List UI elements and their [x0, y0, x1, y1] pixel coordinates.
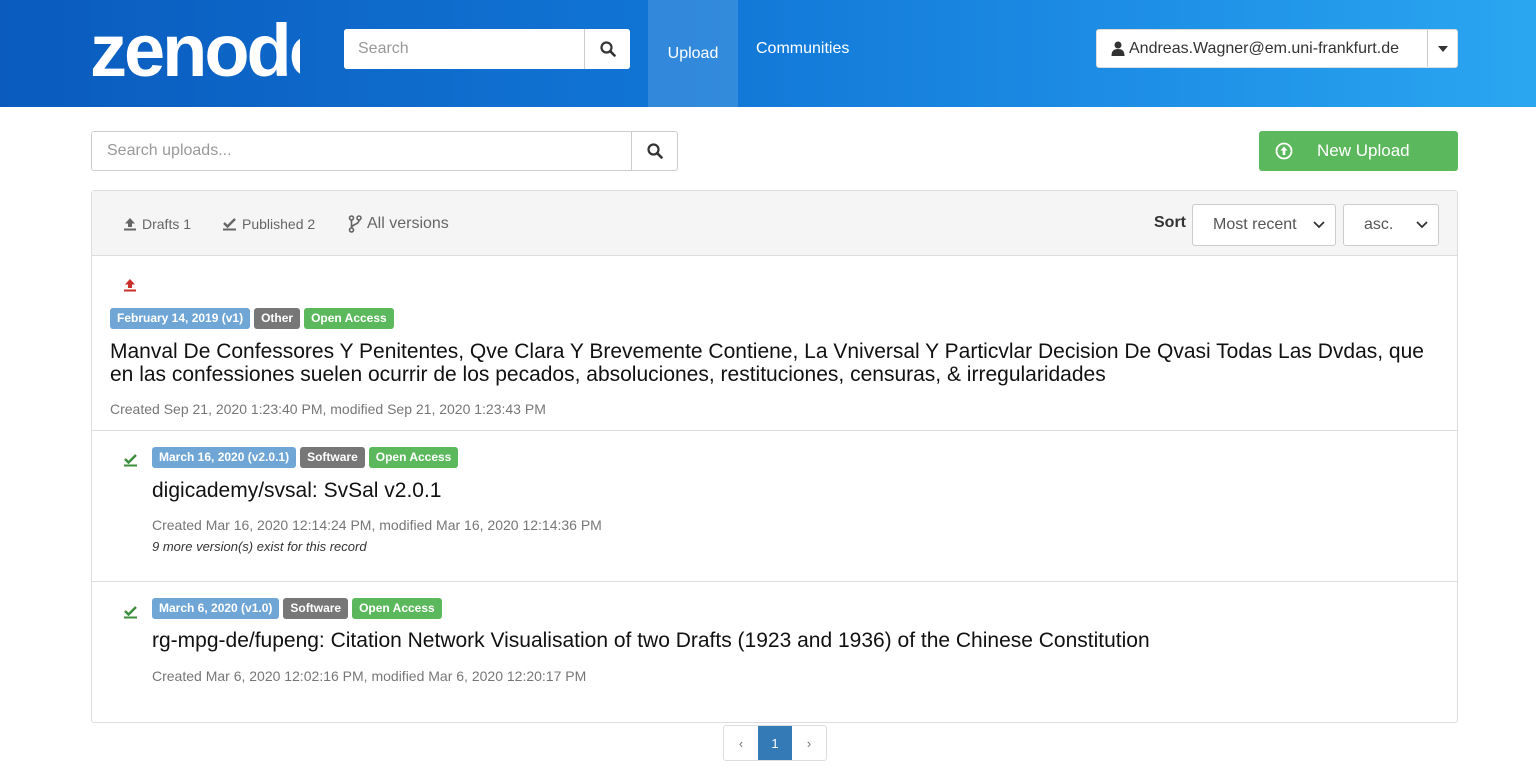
user-button[interactable]: Andreas.Wagner@em.uni-frankfurt.de [1097, 30, 1427, 67]
uploads-search-input[interactable] [92, 132, 631, 170]
sort-label: Sort [1154, 213, 1186, 231]
upload-meta: Created Mar 16, 2020 12:14:24 PM, modifi… [152, 517, 602, 533]
upload-title[interactable]: digicademy/svsal: SvSal v2.0.1 [152, 479, 441, 502]
chevron-down-icon [1313, 221, 1325, 229]
versions-note: 9 more version(s) exist for this record [152, 539, 367, 554]
filter-drafts[interactable]: Drafts 1 [123, 191, 191, 256]
nav-communities[interactable]: Communities [756, 0, 849, 97]
filter-all-versions[interactable]: All versions [348, 191, 449, 256]
access-badge: Open Access [304, 308, 394, 329]
upload-circle-icon [1275, 142, 1293, 160]
global-search-button[interactable] [584, 29, 630, 69]
draft-upload-icon [124, 279, 136, 292]
nav-upload[interactable]: Upload [648, 0, 738, 107]
global-search-input[interactable] [344, 29, 584, 69]
order-select-value: asc. [1364, 216, 1394, 233]
top-navbar: zenodo Upload Communities Andreas.Wagner… [0, 0, 1536, 107]
date-badge: February 14, 2019 (v1) [110, 308, 251, 329]
user-menu: Andreas.Wagner@em.uni-frankfurt.de [1096, 29, 1458, 68]
uploads-panel: Drafts 1 Published 2 All versions Sort M… [91, 190, 1458, 723]
filter-drafts-label: Drafts 1 [142, 215, 192, 232]
date-badge: March 6, 2020 (v1.0) [152, 598, 280, 619]
search-icon [646, 143, 663, 159]
sort-select[interactable]: Most recent [1192, 204, 1336, 246]
pagination-page-1[interactable]: 1 [758, 726, 792, 760]
user-icon [1111, 41, 1125, 56]
access-badge: Open Access [368, 447, 459, 468]
caret-down-icon [1437, 45, 1448, 52]
uploads-filter-bar: Drafts 1 Published 2 All versions Sort M… [92, 191, 1457, 256]
uploads-search [91, 131, 678, 171]
branch-icon [348, 214, 362, 233]
sort-select-value: Most recent [1213, 216, 1297, 233]
filter-published-label: Published 2 [242, 215, 316, 232]
filter-all-versions-label: All versions [367, 214, 449, 232]
user-dropdown-toggle[interactable] [1427, 30, 1457, 67]
uploads-search-button[interactable] [631, 132, 677, 170]
upload-title[interactable]: Manval De Confessores Y Penitentes, Qve … [110, 340, 1440, 386]
order-select[interactable]: asc. [1343, 204, 1439, 246]
global-search [344, 29, 630, 69]
new-upload-label: New Upload [1317, 141, 1410, 160]
upload-item: March 16, 2020 (v2.0.1) Software Open Ac… [92, 431, 1457, 582]
pagination: ‹ 1 › [723, 725, 827, 761]
chevron-down-icon [1416, 221, 1428, 229]
type-badge: Software [283, 598, 349, 619]
published-check-icon [124, 606, 137, 619]
check-icon [223, 217, 236, 230]
pagination-next[interactable]: › [792, 726, 826, 760]
user-email: Andreas.Wagner@em.uni-frankfurt.de [1129, 39, 1399, 57]
upload-item: March 6, 2020 (v1.0) Software Open Acces… [92, 582, 1457, 722]
search-icon [599, 41, 616, 57]
type-badge: Software [300, 447, 365, 468]
zenodo-logo[interactable]: zenodo [90, 6, 300, 86]
upload-meta: Created Mar 6, 2020 12:02:16 PM, modifie… [152, 668, 587, 684]
upload-item: February 14, 2019 (v1) Other Open Access… [92, 256, 1457, 431]
access-badge: Open Access [352, 598, 442, 619]
logo-text: zenodo [90, 9, 300, 86]
date-badge: March 16, 2020 (v2.0.1) [152, 447, 297, 468]
upload-icon [124, 217, 136, 230]
pagination-prev[interactable]: ‹ [724, 726, 758, 760]
upload-title[interactable]: rg-mpg-de/fupeng: Citation Network Visua… [152, 629, 1150, 652]
type-badge: Other [254, 308, 301, 329]
published-check-icon [124, 454, 137, 467]
filter-published[interactable]: Published 2 [222, 191, 315, 256]
upload-meta: Created Sep 21, 2020 1:23:40 PM, modifie… [110, 401, 546, 417]
new-upload-button[interactable]: New Upload [1259, 131, 1458, 171]
